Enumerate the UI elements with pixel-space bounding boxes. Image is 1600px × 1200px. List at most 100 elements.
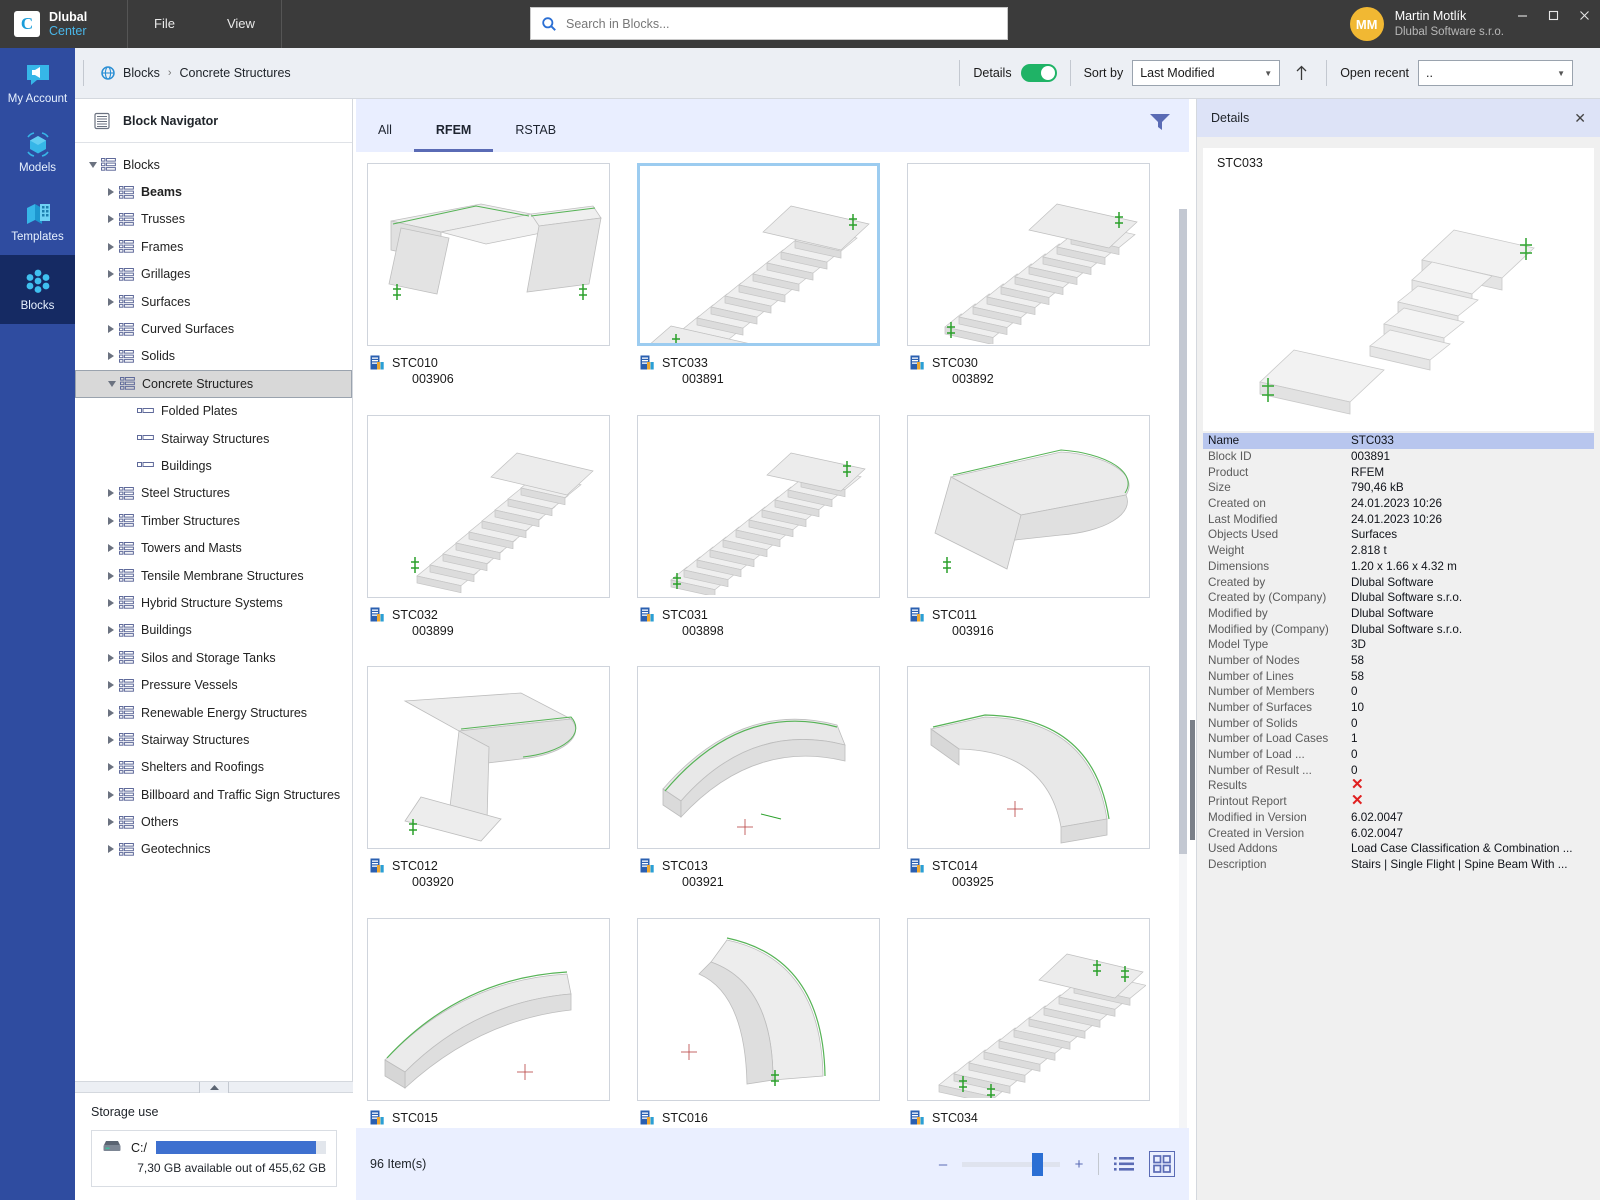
expand-arrow-icon[interactable] xyxy=(102,188,119,197)
block-card[interactable]: STC016003932 xyxy=(637,917,907,1128)
breadcrumb-current[interactable]: Concrete Structures xyxy=(180,66,291,80)
expand-arrow-icon[interactable] xyxy=(102,653,119,662)
search-input[interactable] xyxy=(566,16,997,31)
block-card[interactable]: STC032 003899 xyxy=(367,414,637,640)
expand-arrow-icon[interactable] xyxy=(102,681,119,690)
property-row[interactable]: Description Stairs | Single Flight | Spin… xyxy=(1203,857,1594,873)
list-view-button[interactable] xyxy=(1111,1151,1137,1177)
expand-arrow-icon[interactable] xyxy=(102,763,119,772)
expand-arrow-icon[interactable] xyxy=(102,325,119,334)
property-row[interactable]: Number of Solids 0 xyxy=(1203,715,1594,731)
details-scrollbar-thumb[interactable] xyxy=(1190,720,1195,840)
expand-arrow-icon[interactable] xyxy=(102,215,119,224)
block-thumbnail[interactable] xyxy=(637,163,880,346)
block-thumbnail[interactable] xyxy=(907,414,1150,598)
tree-item-solids[interactable]: Solids xyxy=(75,343,352,370)
block-card[interactable]: STC010 003906 xyxy=(367,163,637,388)
block-thumbnail[interactable] xyxy=(907,666,1150,849)
block-card[interactable]: STC031 003898 xyxy=(637,414,907,640)
grid-view-button[interactable] xyxy=(1149,1151,1175,1177)
tab-all[interactable]: All xyxy=(356,108,414,152)
expand-arrow-icon[interactable] xyxy=(102,571,119,580)
block-thumbnail[interactable] xyxy=(637,414,880,598)
property-row[interactable]: Number of Load ... 0 xyxy=(1203,747,1594,763)
tree-item-hybrid-structure-systems[interactable]: Hybrid Structure Systems xyxy=(75,589,352,616)
tree-item-towers-and-masts[interactable]: Towers and Masts xyxy=(75,534,352,561)
block-card[interactable]: STC014 003925 xyxy=(907,666,1177,891)
tree-item-others[interactable]: Others xyxy=(75,808,352,835)
expand-arrow-icon[interactable] xyxy=(102,708,119,717)
expand-arrow-icon[interactable] xyxy=(102,626,119,635)
tab-rfem[interactable]: RFEM xyxy=(413,108,494,152)
rail-item-my-account[interactable]: My Account xyxy=(0,48,75,117)
property-row[interactable]: Results ✕ xyxy=(1203,778,1594,794)
tree-item-grillages[interactable]: Grillages xyxy=(75,261,352,288)
splitter-grip[interactable] xyxy=(199,1081,229,1093)
property-row[interactable]: Created on 24.01.2023 10:26 xyxy=(1203,496,1594,512)
tree-item-billboard-and-traffic-sign-structures[interactable]: Billboard and Traffic Sign Structures xyxy=(75,781,352,808)
collapse-arrow-icon[interactable] xyxy=(103,380,120,387)
breadcrumb-root[interactable]: Blocks xyxy=(123,66,160,80)
tree-item-trusses[interactable]: Trusses xyxy=(75,206,352,233)
tree-item-frames[interactable]: Frames xyxy=(75,233,352,260)
property-row[interactable]: Number of Surfaces 10 xyxy=(1203,700,1594,716)
property-row[interactable]: Created by (Company) Dlubal Software s.r.… xyxy=(1203,590,1594,606)
close-icon[interactable]: ✕ xyxy=(1574,110,1586,127)
expand-arrow-icon[interactable] xyxy=(102,735,119,744)
property-row[interactable]: Last Modified 24.01.2023 10:26 xyxy=(1203,511,1594,527)
tab-rstab[interactable]: RSTAB xyxy=(493,108,578,152)
rail-item-models[interactable]: Models xyxy=(0,117,75,186)
expand-arrow-icon[interactable] xyxy=(102,297,119,306)
user-area[interactable]: MM Martin Motlík Dlubal Software s.r.o. xyxy=(1349,7,1504,41)
block-card[interactable]: STC034003934 xyxy=(907,917,1177,1128)
block-card[interactable]: STC011 003916 xyxy=(907,414,1177,640)
rail-item-templates[interactable]: Templates xyxy=(0,186,75,255)
block-thumbnail[interactable] xyxy=(367,414,610,598)
property-row[interactable]: Modified by Dlubal Software xyxy=(1203,606,1594,622)
search-box[interactable] xyxy=(530,7,1008,40)
block-card[interactable]: STC030 003892 xyxy=(907,163,1177,388)
property-row[interactable]: Number of Members 0 xyxy=(1203,684,1594,700)
zoom-in-button[interactable]: + xyxy=(1072,1156,1086,1173)
expand-arrow-icon[interactable] xyxy=(102,544,119,553)
rail-item-blocks[interactable]: Blocks xyxy=(0,255,75,324)
property-row[interactable]: Dimensions 1.20 x 1.66 x 4.32 m xyxy=(1203,559,1594,575)
maximize-button[interactable] xyxy=(1538,0,1569,30)
tree-item-beams[interactable]: Beams xyxy=(75,178,352,205)
grid-scrollbar-thumb[interactable] xyxy=(1179,209,1187,854)
tree-item-geotechnics[interactable]: Geotechnics xyxy=(75,836,352,863)
property-row[interactable]: Used Addons Load Case Classification & Co… xyxy=(1203,841,1594,857)
tree-item-concrete-structures[interactable]: Concrete Structures xyxy=(75,370,352,398)
property-row[interactable]: Number of Load Cases 1 xyxy=(1203,731,1594,747)
open-recent-select[interactable]: .. ▼ xyxy=(1418,60,1573,86)
tree-item-buildings[interactable]: Buildings xyxy=(75,617,352,644)
menu-item-file[interactable]: File xyxy=(128,0,201,48)
block-thumbnail[interactable] xyxy=(907,163,1150,346)
expand-arrow-icon[interactable] xyxy=(102,242,119,251)
property-row[interactable]: Model Type 3D xyxy=(1203,637,1594,653)
property-row[interactable]: Number of Nodes 58 xyxy=(1203,653,1594,669)
property-row[interactable]: Printout Report ✕ xyxy=(1203,794,1594,810)
tree-item-steel-structures[interactable]: Steel Structures xyxy=(75,480,352,507)
property-row[interactable]: Modified in Version 6.02.0047 xyxy=(1203,810,1594,826)
block-card[interactable]: STC015003929 xyxy=(367,917,637,1128)
block-thumbnail[interactable] xyxy=(367,917,610,1101)
tree-item-renewable-energy-structures[interactable]: Renewable Energy Structures xyxy=(75,699,352,726)
zoom-slider-knob[interactable] xyxy=(1032,1152,1043,1176)
property-row[interactable]: Modified by (Company) Dlubal Software s.r… xyxy=(1203,621,1594,637)
navigator-splitter[interactable] xyxy=(75,1081,353,1093)
tree-item-tensile-membrane-structures[interactable]: Tensile Membrane Structures xyxy=(75,562,352,589)
expand-arrow-icon[interactable] xyxy=(102,270,119,279)
expand-arrow-icon[interactable] xyxy=(102,352,119,361)
zoom-slider[interactable] xyxy=(962,1152,1060,1176)
property-row[interactable]: Created in Version 6.02.0047 xyxy=(1203,825,1594,841)
tree-item-timber-structures[interactable]: Timber Structures xyxy=(75,507,352,534)
block-card[interactable]: STC012 003920 xyxy=(367,666,637,891)
expand-arrow-icon[interactable] xyxy=(102,598,119,607)
expand-arrow-icon[interactable] xyxy=(102,818,119,827)
block-thumbnail[interactable] xyxy=(637,917,880,1101)
property-row[interactable]: Name STC033 xyxy=(1203,433,1594,449)
property-row[interactable]: Number of Lines 58 xyxy=(1203,668,1594,684)
menu-item-view[interactable]: View xyxy=(201,0,281,48)
tree-item-blocks[interactable]: Blocks xyxy=(75,151,352,178)
